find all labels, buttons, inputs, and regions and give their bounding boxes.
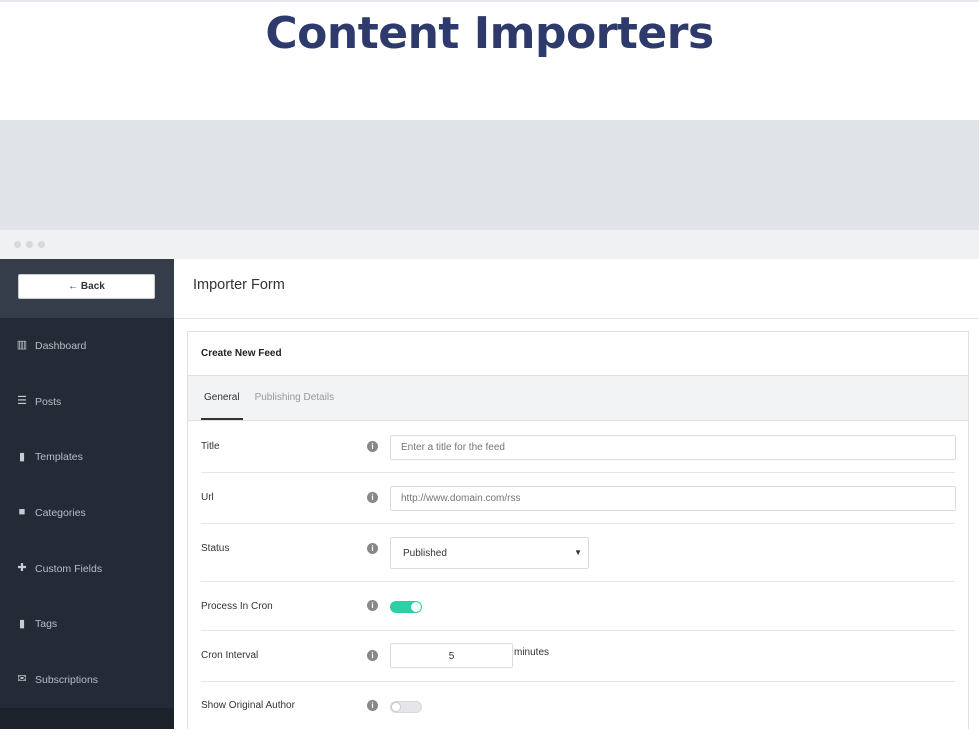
list-icon: ☰ — [17, 395, 27, 408]
caret-down-icon: ▼ — [574, 548, 582, 557]
sidebar-item-label: Categories — [35, 506, 86, 519]
sidebar-item-posts[interactable]: ☰ Posts — [0, 374, 174, 430]
folder-icon: ■ — [18, 506, 26, 519]
cron-interval-input[interactable]: 5 — [390, 643, 513, 668]
process-in-cron-toggle[interactable] — [390, 601, 422, 613]
tab-publishing-details[interactable]: Publishing Details — [255, 376, 335, 420]
field-label: Url — [201, 492, 214, 503]
main-content: Importer Form Create New Feed General Pu… — [174, 259, 979, 729]
field-label: Status — [201, 543, 230, 554]
sidebar-item-custom-fields[interactable]: ✚ Custom Fields — [0, 541, 174, 597]
card-title: Create New Feed — [188, 332, 968, 376]
info-icon[interactable]: i — [367, 600, 378, 611]
file-icon: ▮ — [18, 450, 26, 463]
field-label: Title — [201, 441, 220, 452]
sidebar-item-label: Subscriptions — [35, 673, 99, 686]
main-title: Importer Form — [174, 259, 979, 319]
app-window: ← Back ▥ Dashboard ☰ Posts ▮ Templates ■ Cat… — [0, 230, 979, 729]
sidebar-footer — [0, 708, 174, 729]
window-dot — [14, 241, 21, 248]
puzzle-icon: ✚ — [17, 562, 27, 575]
sidebar-item-label: Dashboard — [35, 339, 87, 352]
toggle-knob — [391, 702, 401, 712]
window-chrome — [0, 230, 979, 259]
interval-unit: minutes — [514, 647, 550, 658]
field-label: Cron Interval — [201, 650, 259, 661]
bookmark-icon: ▮ — [18, 617, 26, 630]
info-icon[interactable]: i — [367, 650, 378, 661]
toggle-knob — [411, 602, 421, 612]
form-row-show-original-author: Show Original Author i — [201, 682, 955, 722]
tab-bar: General Publishing Details — [188, 376, 968, 421]
form-row-process-in-cron: Process In Cron i — [201, 582, 955, 631]
sidebar-item-label: Posts — [35, 395, 62, 408]
info-icon[interactable]: i — [367, 700, 378, 711]
field-label: Show Original Author — [201, 700, 295, 711]
envelope-icon: ✉ — [17, 673, 27, 686]
feed-form-card: Create New Feed General Publishing Detai… — [187, 331, 969, 729]
info-icon[interactable]: i — [367, 492, 378, 503]
window-dot — [38, 241, 45, 248]
info-icon[interactable]: i — [367, 441, 378, 452]
status-value: Published — [403, 548, 447, 559]
sidebar: ← Back ▥ Dashboard ☰ Posts ▮ Templates ■ Cat… — [0, 259, 174, 729]
info-icon[interactable]: i — [367, 543, 378, 554]
form-row-status: Status i Published ▼ — [201, 524, 955, 582]
back-button[interactable]: ← Back — [18, 274, 155, 299]
sidebar-item-dashboard[interactable]: ▥ Dashboard — [0, 318, 174, 374]
status-select[interactable]: Published ▼ — [390, 537, 589, 569]
sidebar-item-label: Templates — [35, 451, 83, 464]
page-heading: Content Importers — [265, 8, 714, 59]
form-row-cron-interval: Cron Interval i 5 minutes — [201, 631, 955, 682]
sidebar-item-categories[interactable]: ■ Categories — [0, 485, 174, 541]
hero: Content Importers — [0, 0, 979, 120]
sidebar-item-label: Tags — [35, 618, 58, 631]
title-input[interactable] — [390, 435, 956, 460]
form-row-title: Title i — [201, 421, 956, 473]
sidebar-item-label: Custom Fields — [35, 562, 103, 575]
sidebar-item-subscriptions[interactable]: ✉ Subscriptions — [0, 652, 174, 708]
url-input[interactable] — [390, 486, 956, 511]
window-dot — [26, 241, 33, 248]
field-label: Process In Cron — [201, 601, 273, 612]
chart-icon: ▥ — [16, 339, 28, 352]
background-band — [0, 120, 979, 230]
sidebar-item-templates[interactable]: ▮ Templates — [0, 429, 174, 485]
show-original-author-toggle[interactable] — [390, 701, 422, 713]
sidebar-item-tags[interactable]: ▮ Tags — [0, 596, 174, 652]
form-row-url: Url i — [201, 473, 956, 524]
tab-general[interactable]: General — [201, 376, 243, 420]
